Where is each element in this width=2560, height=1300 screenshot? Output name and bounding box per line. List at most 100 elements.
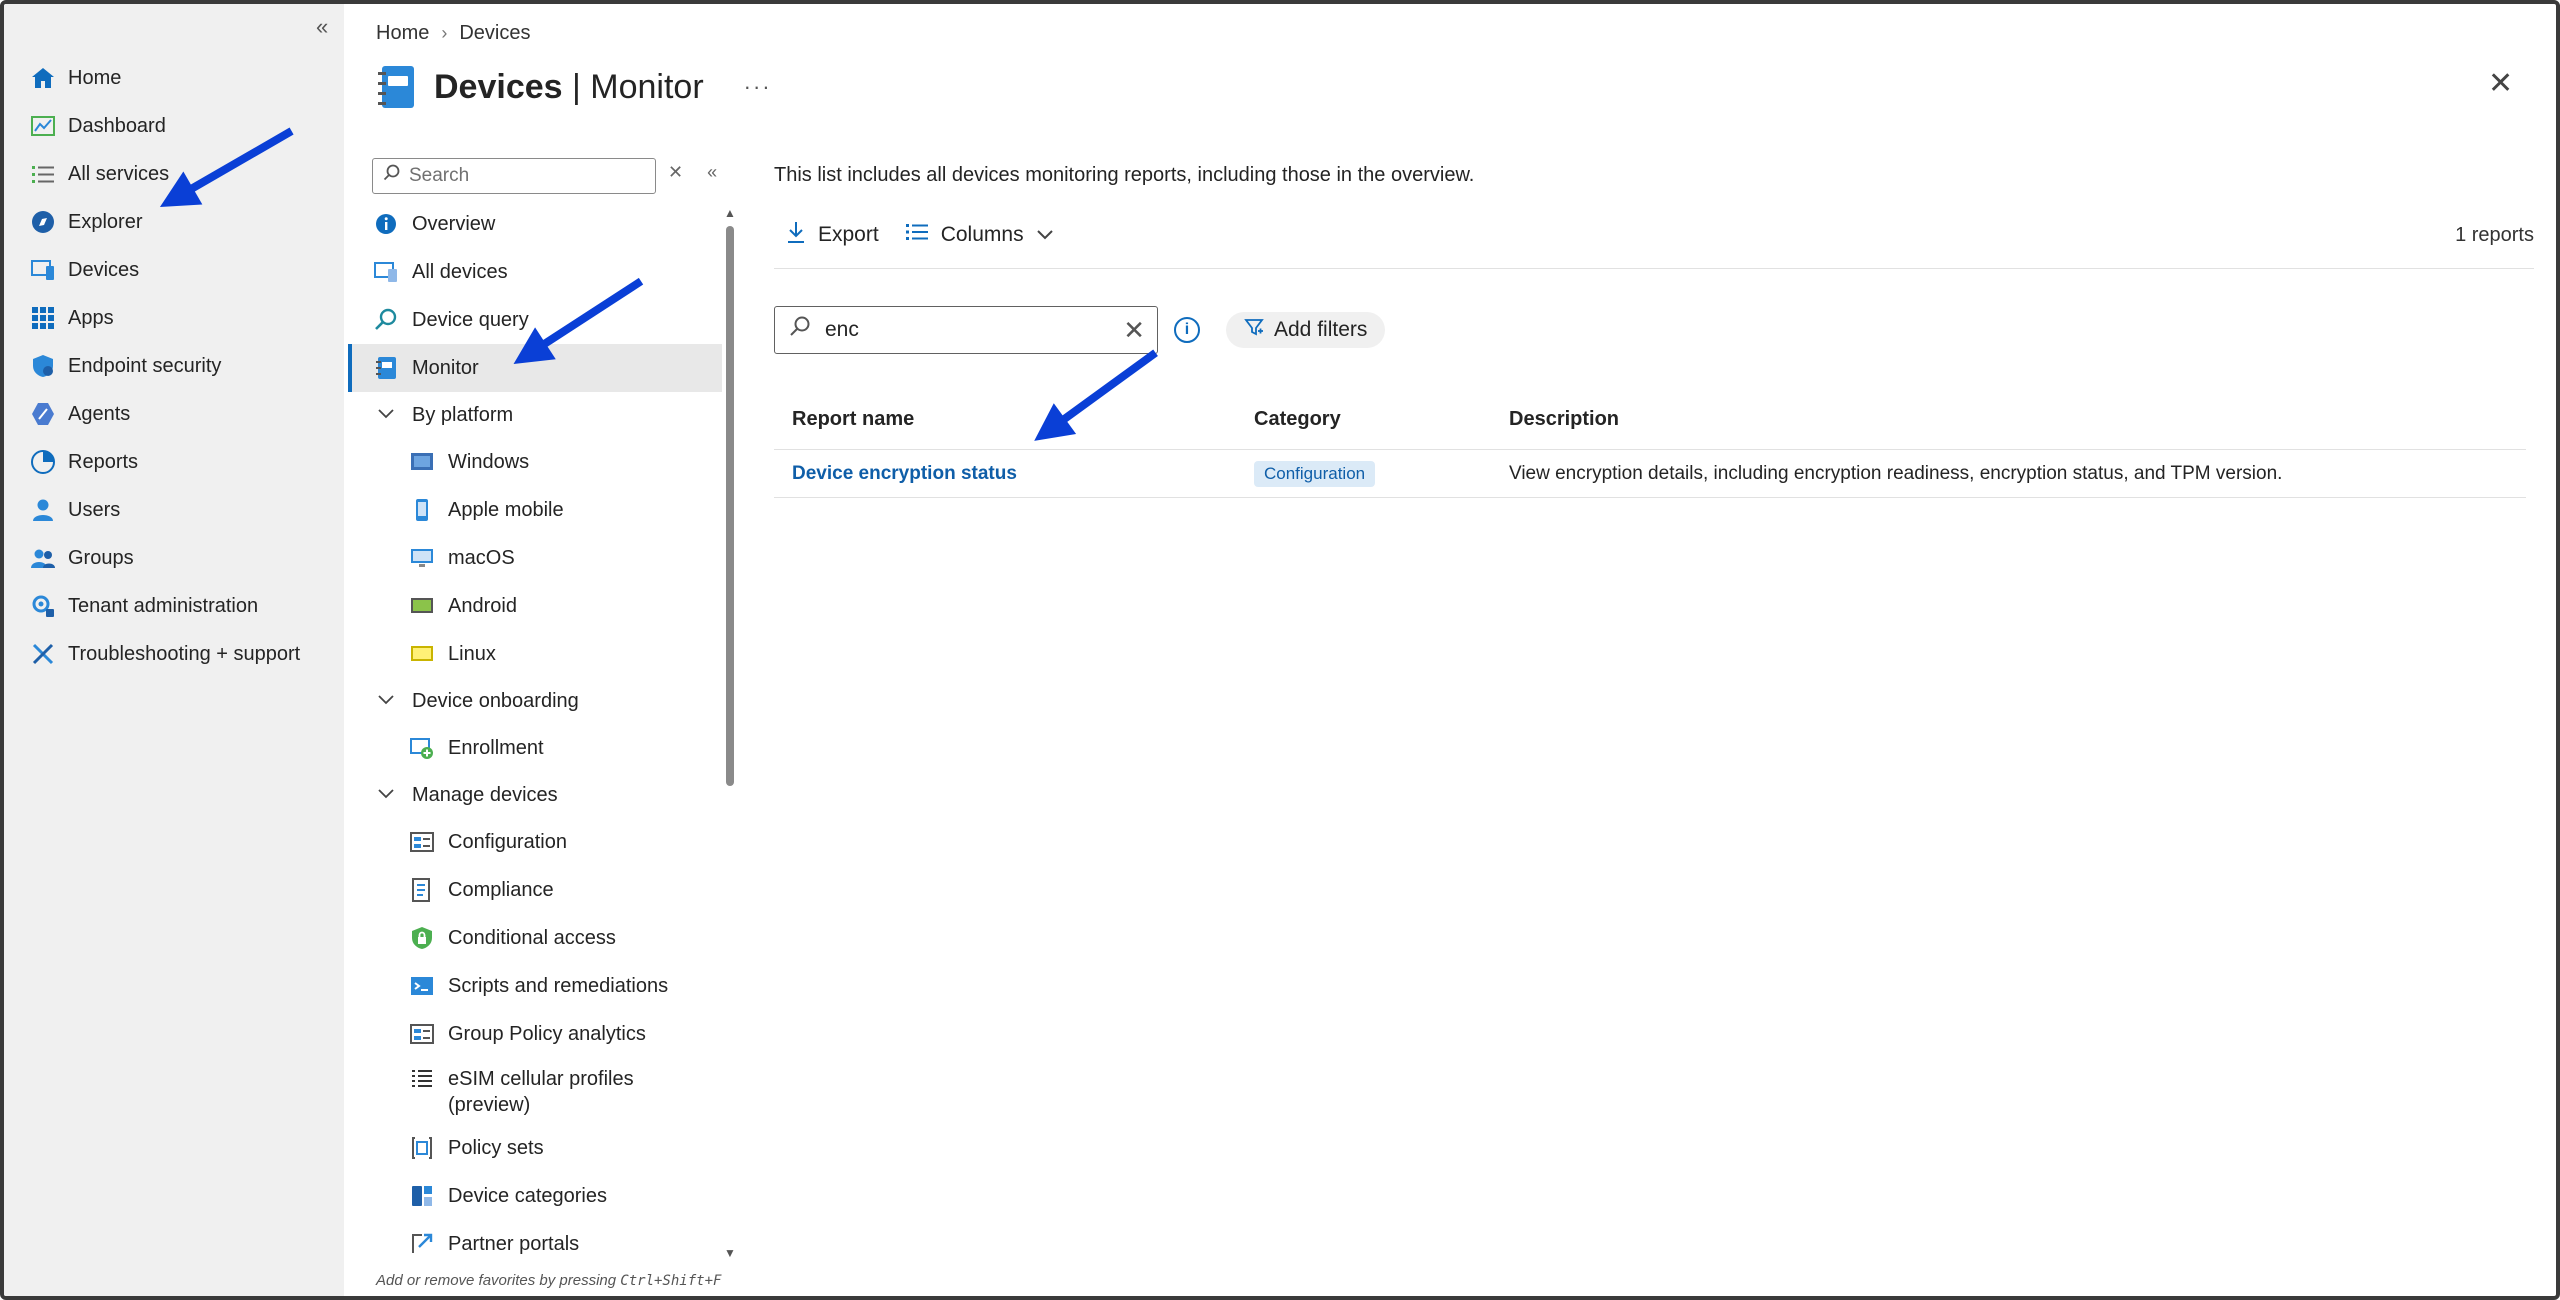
nav-item-reports[interactable]: Reports [30,438,300,486]
sidebar-item-configuration[interactable]: Configuration [348,818,722,866]
sidebar-item-linux[interactable]: Linux [348,630,722,678]
columns-list-icon [905,222,929,248]
sidebar-item-scripts-and-remediations[interactable]: Scripts and remediations [348,962,722,1010]
report-count: 1 reports [2455,224,2534,246]
sidebar-item-macos[interactable]: macOS [348,534,722,582]
sidebar-item-label: Apple mobile [448,498,564,521]
shield-icon [30,353,56,379]
sidebar-item-enrollment[interactable]: Enrollment [348,724,722,772]
device-categories-icon [410,1184,434,1208]
page-title-sub: Monitor [590,67,704,106]
sidebar-item-conditional-access[interactable]: Conditional access [348,914,722,962]
nav-item-tenant-administration[interactable]: Tenant administration [30,582,300,630]
sidebar-item-label: Android [448,594,517,617]
column-header-category[interactable]: Category [1254,408,1509,431]
intro-text: This list includes all devices monitorin… [774,164,1475,186]
nav-item-devices[interactable]: Devices [30,246,300,294]
nav-item-label: Dashboard [68,114,166,137]
nav-item-label: All services [68,162,170,185]
secondary-nav: Search ✕ « Overview All devices Device que… [348,150,742,1296]
more-options-button[interactable]: ··· [744,74,772,100]
android-icon [410,594,434,618]
page-title-separator: | [562,67,591,106]
collapse-global-nav-button[interactable]: « [316,14,328,40]
sidebar-item-group-policy-analytics[interactable]: Group Policy analytics [348,1010,722,1058]
breadcrumb-current[interactable]: Devices [459,22,530,45]
nav-item-users[interactable]: Users [30,486,300,534]
nav-item-home[interactable]: Home [30,54,300,102]
sidebar-item-label: Windows [448,450,530,473]
sidebar-item-label: Policy sets [448,1136,544,1159]
sidebar-item-overview[interactable]: Overview [348,200,722,248]
scroll-up-icon[interactable]: ▲ [724,206,736,220]
clear-search-icon[interactable]: ✕ [668,162,683,183]
sidebar-item-label: Device onboarding [412,689,579,712]
sidebar-item-esim-cellular-profiles-preview[interactable]: eSIM cellular profiles (preview) [348,1058,722,1124]
info-icon[interactable]: i [1174,317,1200,343]
nav-item-label: Groups [68,546,134,569]
secondary-nav-scrollbar[interactable]: ▲ ▼ [724,206,736,1260]
nav-item-groups[interactable]: Groups [30,534,300,582]
nav-item-label: Explorer [68,210,143,233]
nav-search-input[interactable]: Search [372,158,656,194]
nav-item-label: Endpoint security [68,354,222,377]
chevron-down-icon [374,786,398,804]
page-header: Devices | Monitor ··· [376,64,772,110]
sidebar-item-windows[interactable]: Windows [348,438,722,486]
sidebar-item-label: macOS [448,546,515,569]
filter-icon [1244,317,1264,343]
group-policy-icon [410,1022,434,1046]
breadcrumb-home[interactable]: Home [376,22,429,45]
sidebar-item-label: Device query [412,308,529,331]
columns-button[interactable]: Columns [905,222,1054,248]
collapse-secondary-nav-button[interactable]: « [707,162,717,183]
nav-item-label: Users [68,498,121,521]
scroll-down-icon[interactable]: ▼ [724,1246,736,1260]
sidebar-item-label: Configuration [448,830,567,853]
sidebar-item-policy-sets[interactable]: Policy sets [348,1124,722,1172]
export-button[interactable]: Export [786,220,879,250]
sidebar-item-android[interactable]: Android [348,582,722,630]
nav-item-endpoint-security[interactable]: Endpoint security [30,342,300,390]
column-header-report-name[interactable]: Report name [774,408,1254,431]
toolbar-divider [774,268,2534,269]
add-filters-label: Add filters [1274,318,1368,341]
nav-item-label: Devices [68,258,140,281]
description-cell: View encryption details, including encry… [1509,462,2283,484]
nav-item-dashboard[interactable]: Dashboard [30,102,300,150]
sidebar-item-compliance[interactable]: Compliance [348,866,722,914]
sidebar-item-all-devices[interactable]: All devices [348,248,722,296]
sidebar-item-apple-mobile[interactable]: Apple mobile [348,486,722,534]
page-title-main: Devices [434,67,563,106]
nav-group-manage-devices[interactable]: Manage devices [348,772,722,818]
nav-item-apps[interactable]: Apps [30,294,300,342]
esim-icon [410,1066,434,1090]
app-window: « Home Dashboard All services Explorer Devic… [0,0,2560,1300]
export-label: Export [818,223,879,246]
sidebar-item-device-categories[interactable]: Device categories [348,1172,722,1220]
sidebar-item-label: Manage devices [412,783,558,806]
scripts-icon [410,974,434,998]
monitor-notebook-icon [376,64,416,110]
nav-group-device-onboarding[interactable]: Device onboarding [348,678,722,724]
column-header-description[interactable]: Description [1509,408,2526,431]
sidebar-item-partner-portals[interactable]: Partner portals [348,1220,722,1268]
nav-item-agents[interactable]: Agents [30,390,300,438]
main-content: This list includes all devices monitorin… [774,150,2534,1270]
dashboard-icon [30,113,56,139]
scroll-thumb[interactable] [726,226,734,786]
nav-group-by-platform[interactable]: By platform [348,392,722,438]
sidebar-item-label: eSIM cellular profiles (preview) [448,1068,634,1116]
favorites-hint: Add or remove favorites by pressing Ctrl… [376,1272,721,1289]
report-search-input[interactable]: enc ✕ [774,306,1158,354]
close-icon[interactable]: ✕ [2488,66,2513,101]
columns-label: Columns [940,223,1024,246]
clear-input-icon[interactable]: ✕ [1123,315,1145,346]
download-icon [786,220,806,250]
breadcrumb-separator: › [441,23,448,43]
nav-item-troubleshooting-support[interactable]: Troubleshooting + support [30,630,300,678]
add-filters-button[interactable]: Add filters [1226,312,1386,348]
windows-icon [410,450,434,474]
report-link[interactable]: Device encryption status [792,463,1017,484]
filter-row: enc ✕ i Add filters [774,306,1386,354]
